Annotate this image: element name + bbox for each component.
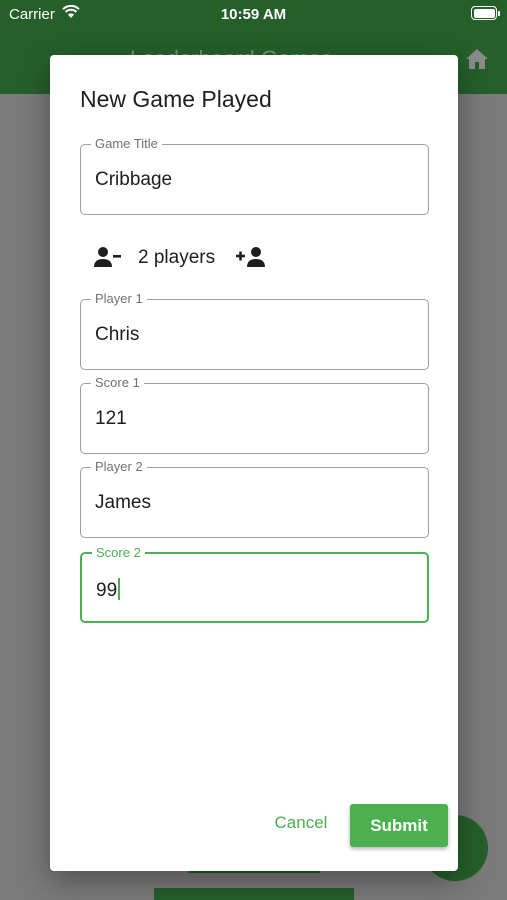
player-2-value: James: [95, 492, 151, 513]
players-control: 2 players: [94, 244, 294, 272]
score-2-input[interactable]: 99: [96, 578, 121, 602]
status-bar: Carrier 10:59 AM: [0, 0, 507, 28]
game-title-value: Cribbage: [95, 169, 173, 190]
score-1-label: Score 1: [91, 375, 144, 390]
submit-button[interactable]: Submit: [350, 804, 448, 847]
person-remove-icon[interactable]: [94, 246, 122, 273]
player-1-label: Player 1: [91, 291, 147, 306]
person-add-icon[interactable]: [236, 246, 266, 273]
score-1-field[interactable]: Score 1 121: [80, 375, 429, 454]
player-2-label: Player 2: [91, 459, 147, 474]
score-2-label: Score 2: [92, 545, 145, 560]
game-title-field[interactable]: Game Title Cribbage: [80, 136, 429, 215]
player-1-value: Chris: [95, 324, 140, 345]
player-2-field[interactable]: Player 2 James: [80, 459, 429, 538]
dialog-title: New Game Played: [80, 86, 272, 112]
score-1-value: 121: [95, 408, 127, 429]
score-2-field[interactable]: Score 2 99: [80, 545, 429, 623]
home-icon[interactable]: [465, 48, 489, 75]
cancel-button[interactable]: Cancel: [268, 805, 334, 841]
new-game-dialog: New Game Played Game Title Cribbage 2 pl…: [50, 55, 458, 871]
status-time: 10:59 AM: [220, 6, 287, 23]
score-2-value: 99: [96, 580, 118, 601]
background-button: [154, 888, 354, 900]
battery-icon: [471, 6, 500, 20]
text-cursor: [118, 578, 121, 600]
player-1-field[interactable]: Player 1 Chris: [80, 291, 429, 370]
game-title-label: Game Title: [91, 136, 162, 151]
players-count: 2 players: [138, 247, 216, 268]
